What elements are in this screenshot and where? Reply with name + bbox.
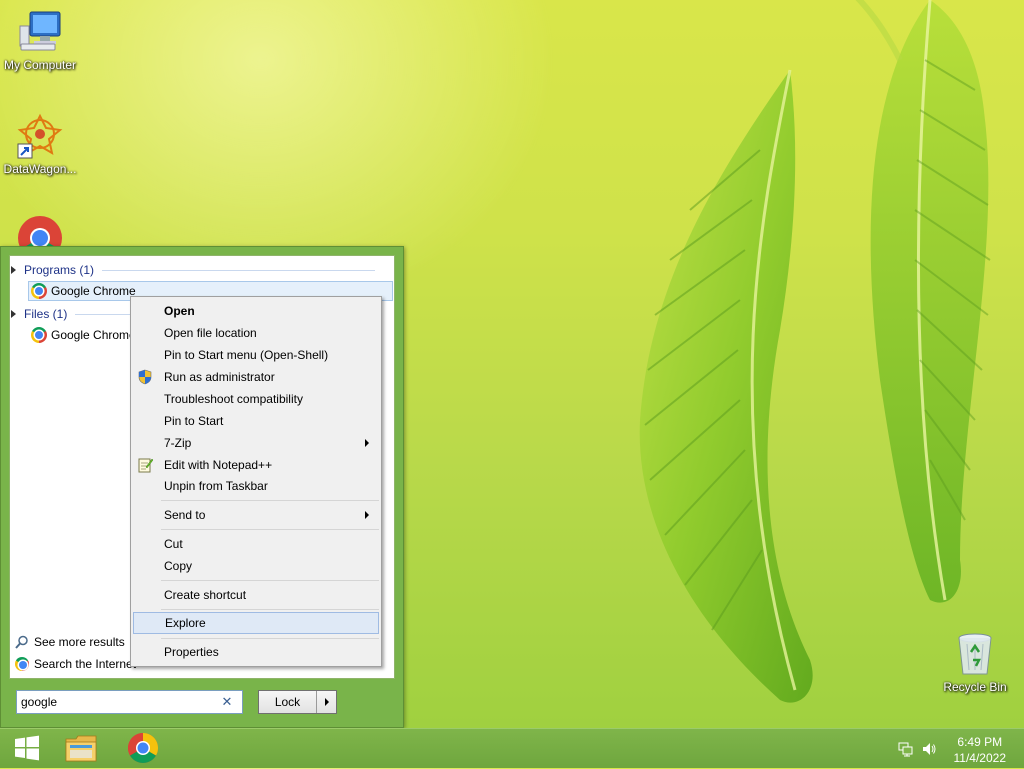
volume-icon[interactable] bbox=[921, 741, 937, 757]
chrome-icon bbox=[31, 327, 47, 343]
submenu-arrow-icon bbox=[365, 511, 369, 519]
menu-item-open[interactable]: Open bbox=[133, 300, 379, 322]
menu-item-label: 7-Zip bbox=[164, 436, 192, 450]
clock-date: 11/4/2022 bbox=[953, 751, 1007, 765]
menu-item-explore[interactable]: Explore bbox=[133, 612, 379, 634]
folder-icon bbox=[65, 733, 97, 766]
search-the-internet-label: Search the Internet bbox=[34, 657, 137, 671]
menu-item-label: Unpin from Taskbar bbox=[164, 479, 268, 493]
see-more-results-link[interactable]: See more results bbox=[15, 635, 125, 649]
datawagon-icon bbox=[16, 112, 64, 160]
menu-item-cut[interactable]: Cut bbox=[133, 533, 379, 555]
menu-item-edit-with-notepad-plus-plus[interactable]: Edit with Notepad++ bbox=[133, 454, 379, 476]
chrome-icon bbox=[15, 657, 29, 671]
power-button-group: Lock bbox=[258, 690, 337, 714]
chrome-icon bbox=[31, 283, 47, 299]
windows-logo-icon bbox=[14, 735, 40, 764]
desktop-icon-label: My Computer bbox=[3, 58, 77, 72]
menu-separator bbox=[161, 580, 379, 581]
menu-item-pin-to-start-menu-open-shell[interactable]: Pin to Start menu (Open-Shell) bbox=[133, 344, 379, 366]
start-button[interactable] bbox=[0, 729, 54, 769]
expand-triangle-icon bbox=[11, 266, 16, 274]
menu-item-send-to[interactable]: Send to bbox=[133, 504, 379, 526]
submenu-arrow-icon bbox=[365, 439, 369, 447]
desktop-icon-recycle-bin[interactable]: Recycle Bin bbox=[935, 630, 1015, 694]
menu-item-pin-to-start[interactable]: Pin to Start bbox=[133, 410, 379, 432]
context-menu: Open Open file location Pin to Start men… bbox=[130, 296, 382, 667]
menu-item-label: Pin to Start bbox=[164, 414, 224, 428]
menu-item-copy[interactable]: Copy bbox=[133, 555, 379, 577]
menu-item-label: Copy bbox=[164, 559, 193, 573]
clear-search-icon[interactable]: ✕ bbox=[217, 694, 237, 710]
group-label: Files (1) bbox=[24, 307, 68, 321]
menu-item-open-file-location[interactable]: Open file location bbox=[133, 322, 379, 344]
menu-item-unpin-from-taskbar[interactable]: Unpin from Taskbar bbox=[133, 475, 379, 497]
file-explorer-button[interactable] bbox=[54, 729, 108, 769]
start-search-box[interactable]: ✕ bbox=[16, 690, 243, 714]
result-item-label: Google Chrome bbox=[51, 284, 136, 298]
menu-item-label: Properties bbox=[164, 645, 219, 659]
group-label: Programs (1) bbox=[24, 263, 95, 277]
notepad-plus-plus-icon bbox=[137, 457, 154, 473]
menu-item-label: Create shortcut bbox=[164, 588, 247, 602]
expand-triangle-icon bbox=[11, 310, 16, 318]
menu-item-label: Open bbox=[164, 304, 195, 318]
clock-time: 6:49 PM bbox=[957, 735, 1003, 749]
menu-separator bbox=[161, 609, 379, 610]
taskbar: 6:49 PM 11/4/2022 bbox=[0, 728, 1024, 768]
power-options-arrow-button[interactable] bbox=[317, 691, 336, 713]
see-more-results-label: See more results bbox=[34, 635, 125, 649]
menu-item-label: Pin to Start menu (Open-Shell) bbox=[164, 348, 329, 362]
menu-separator bbox=[161, 638, 379, 639]
menu-item-properties[interactable]: Properties bbox=[133, 641, 379, 663]
lock-button[interactable]: Lock bbox=[259, 691, 317, 713]
menu-separator bbox=[161, 529, 379, 530]
menu-separator bbox=[161, 500, 379, 501]
search-input[interactable] bbox=[17, 692, 217, 712]
uac-shield-icon bbox=[137, 369, 153, 385]
chrome-icon bbox=[127, 732, 159, 767]
chrome-button[interactable] bbox=[116, 729, 170, 769]
desktop-icon-my-computer[interactable]: My Computer bbox=[0, 8, 80, 72]
chrome-icon bbox=[16, 212, 64, 248]
desktop-icon-chrome[interactable] bbox=[0, 212, 80, 248]
menu-item-label: Edit with Notepad++ bbox=[164, 458, 273, 472]
magnifier-icon bbox=[15, 635, 29, 649]
desktop-icon-label: Recycle Bin bbox=[943, 680, 1007, 694]
desktop-icon-datawagon[interactable]: DataWagon... bbox=[0, 112, 80, 176]
menu-item-7zip[interactable]: 7-Zip bbox=[133, 432, 379, 454]
result-item-label: Google Chrome bbox=[51, 328, 136, 342]
menu-item-troubleshoot-compatibility[interactable]: Troubleshoot compatibility bbox=[133, 388, 379, 410]
menu-item-run-as-administrator[interactable]: Run as administrator bbox=[133, 366, 379, 388]
recycle-bin-icon bbox=[951, 630, 999, 678]
results-group-programs[interactable]: Programs (1) bbox=[11, 263, 375, 277]
menu-item-label: Cut bbox=[164, 537, 183, 551]
system-clock[interactable]: 6:49 PM 11/4/2022 bbox=[954, 734, 1007, 766]
menu-item-label: Open file location bbox=[164, 326, 257, 340]
menu-item-label: Explore bbox=[165, 616, 206, 630]
menu-item-label: Troubleshoot compatibility bbox=[164, 392, 303, 406]
computer-icon bbox=[16, 8, 64, 56]
desktop-icon-label: DataWagon... bbox=[3, 162, 77, 176]
menu-item-label: Run as administrator bbox=[164, 370, 275, 384]
chevron-right-icon bbox=[324, 698, 329, 706]
menu-item-label: Send to bbox=[164, 508, 206, 522]
network-icon[interactable] bbox=[898, 741, 914, 757]
menu-item-create-shortcut[interactable]: Create shortcut bbox=[133, 584, 379, 606]
search-the-internet-link[interactable]: Search the Internet bbox=[15, 657, 136, 671]
